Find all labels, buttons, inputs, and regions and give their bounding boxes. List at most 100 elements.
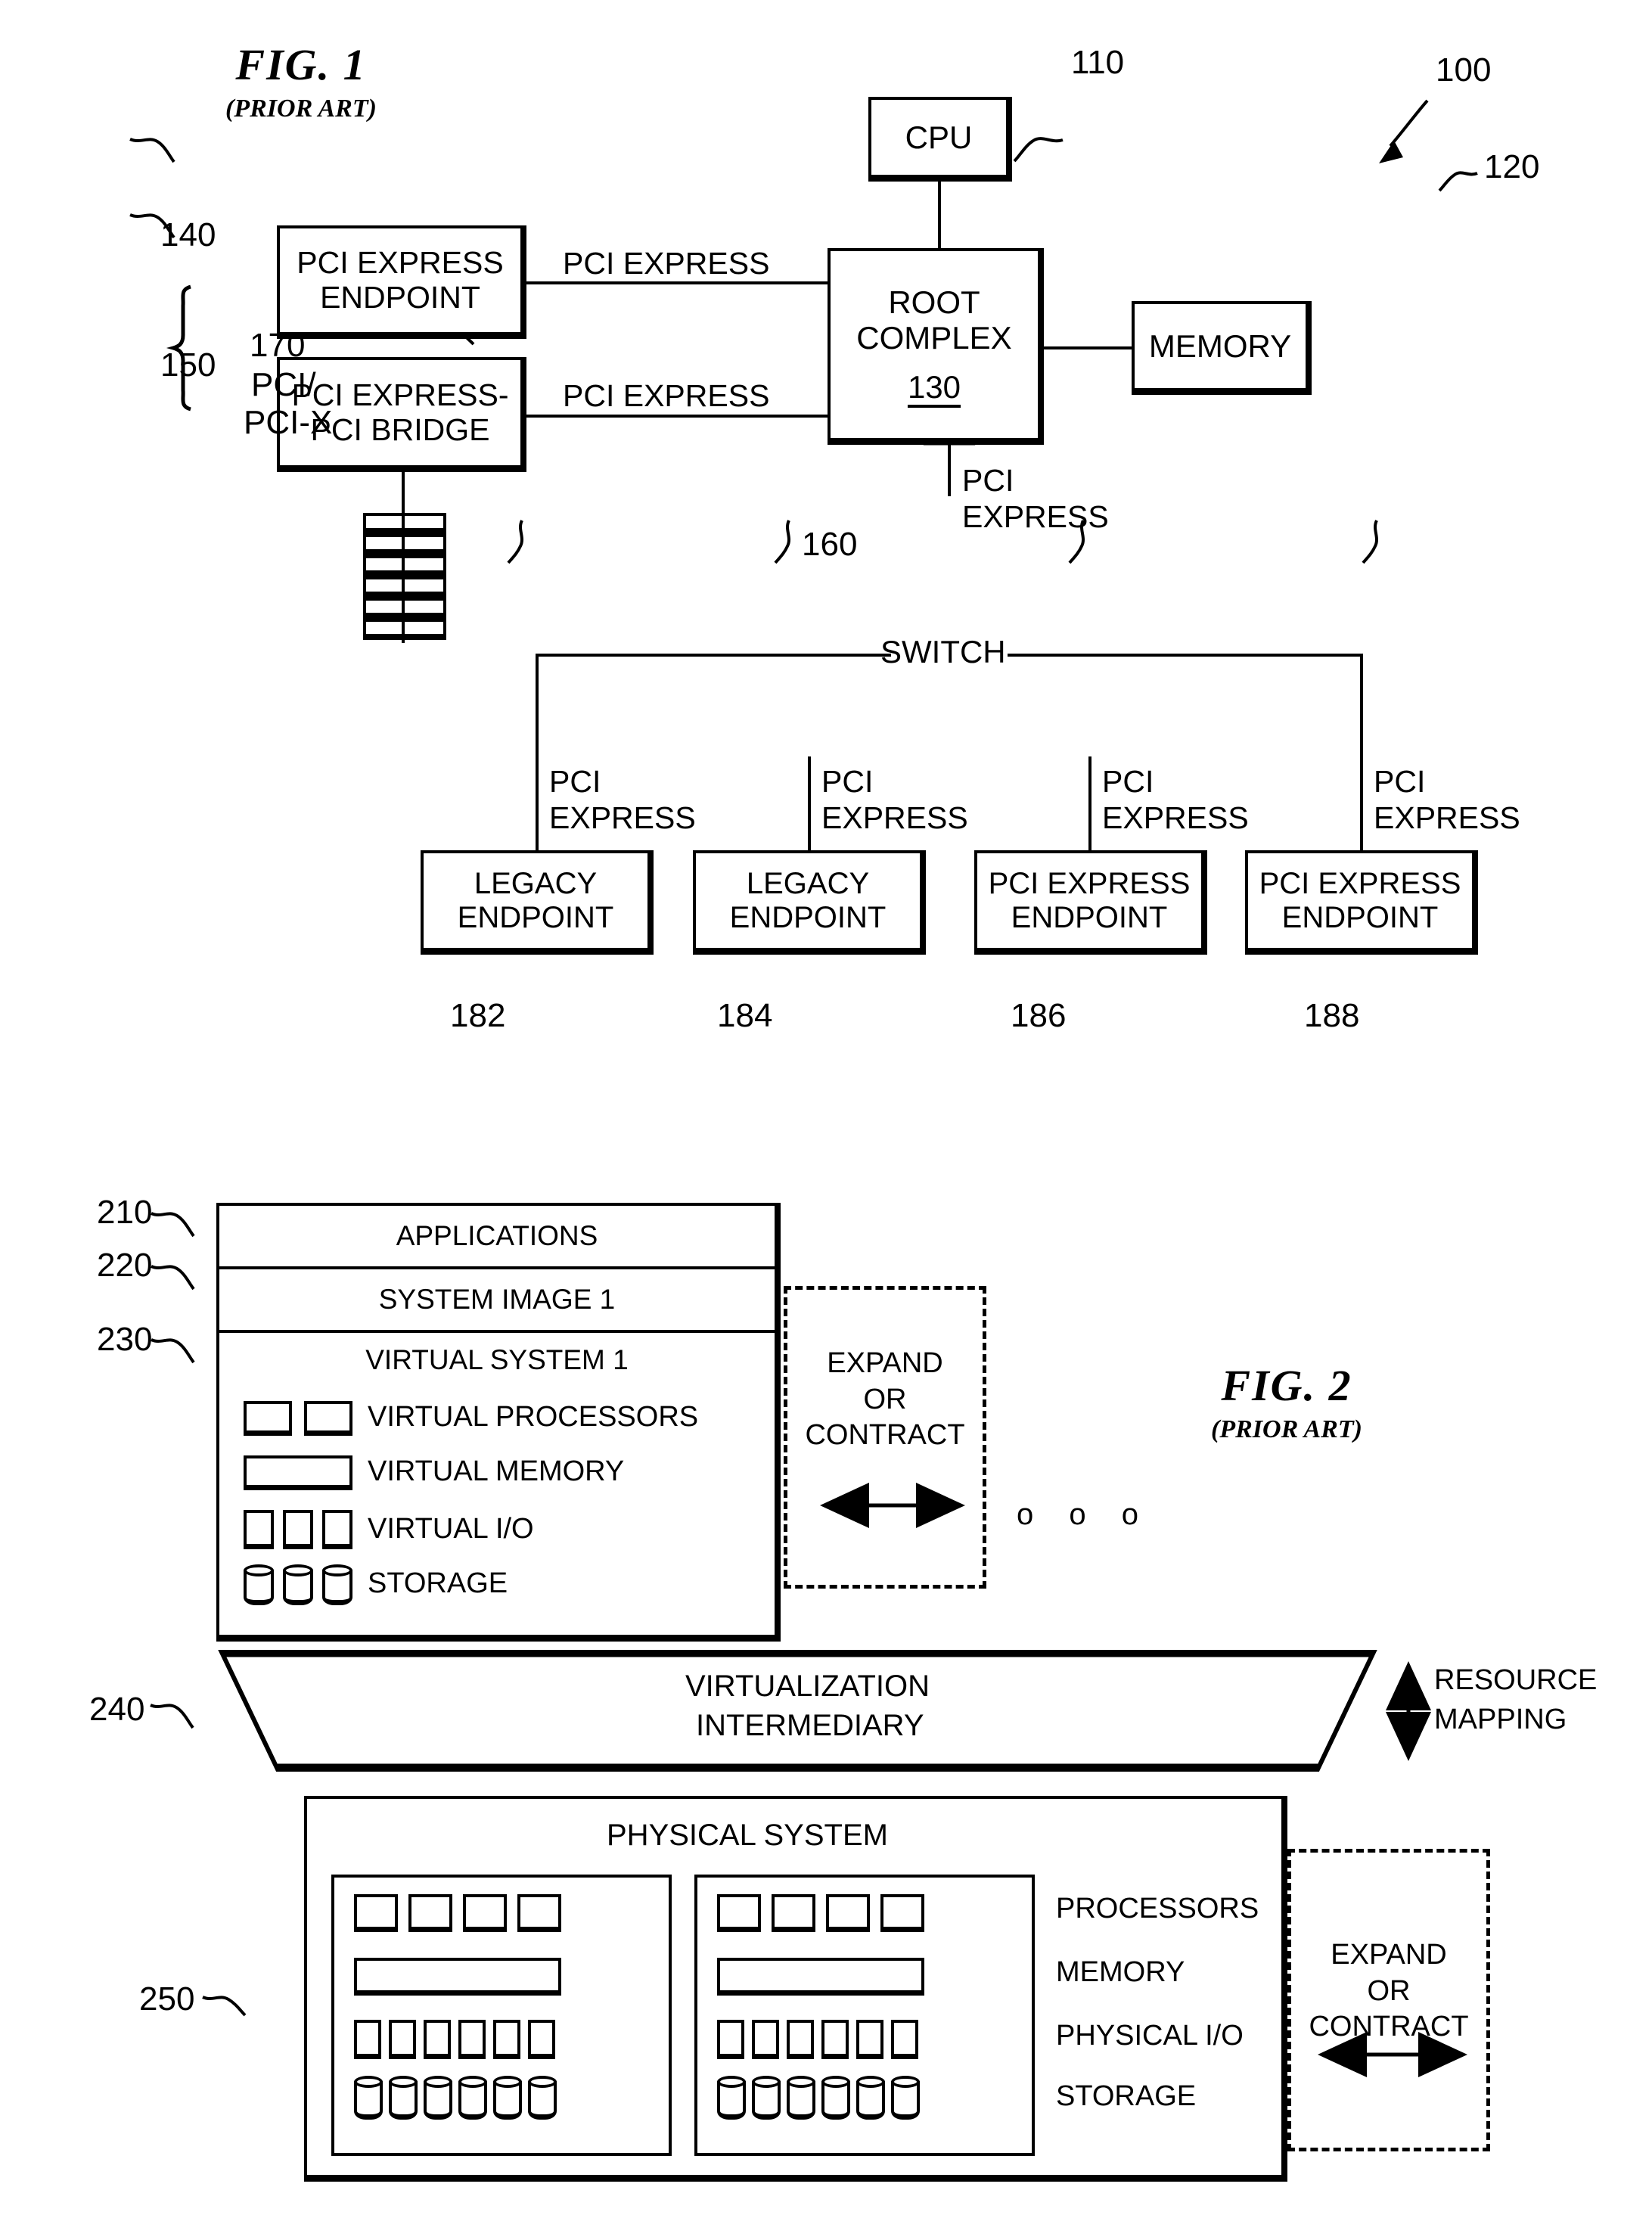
panel1-io-5	[493, 2020, 520, 2059]
root-memory-link	[1044, 346, 1132, 349]
panel2-storage-1	[717, 2076, 746, 2120]
panel1-storage-1	[354, 2076, 383, 2120]
pci-slot-spine	[402, 513, 405, 643]
panel1-storage-6	[528, 2076, 557, 2120]
expand-contract-bottom-box: EXPAND OR CONTRACT	[1287, 1849, 1490, 2151]
virtual-system-row: VIRTUAL SYSTEM 1	[219, 1333, 775, 1387]
branch-label-186-l1: PCI	[1102, 764, 1154, 799]
endpoint-188-line2: ENDPOINT	[1281, 900, 1439, 934]
branch-label-184-l1: PCI	[821, 764, 874, 799]
panel2-io-2	[752, 2020, 779, 2059]
ref-100: 100	[1436, 51, 1492, 89]
endpoint-140-link-line	[526, 281, 829, 284]
panel2-processor-1	[717, 1894, 761, 1932]
panel2-io-6	[891, 2020, 918, 2059]
cpu-label: CPU	[905, 119, 973, 155]
endpoint-140-line1: PCI EXPRESS	[297, 244, 504, 280]
expand-contract-bottom-line3: CONTRACT	[1309, 2011, 1469, 2042]
pci-express-endpoint-140-box: PCI EXPRESS ENDPOINT	[277, 225, 526, 339]
expand-contract-top-line1: EXPAND	[827, 1347, 943, 1379]
panel1-io-1	[354, 2020, 381, 2059]
root-switch-label-line1: PCI	[962, 463, 1014, 498]
figure-2-title: FIG. 2 (PRIOR ART)	[1162, 1360, 1411, 1444]
virtual-io-2	[283, 1510, 313, 1549]
panel1-storage-5	[493, 2076, 522, 2120]
virtual-storage-2	[283, 1564, 313, 1605]
panel2-io-3	[787, 2020, 814, 2059]
panel1-memory-bar	[354, 1958, 561, 1996]
branch-label-182-l2: EXPRESS	[549, 800, 696, 835]
applications-row: APPLICATIONS	[219, 1206, 775, 1269]
physical-memory-label: MEMORY	[1056, 1956, 1185, 1988]
ref-220: 220	[97, 1247, 153, 1284]
more-virtual-systems-ellipsis: o o o	[1017, 1498, 1152, 1531]
ref-160: 160	[802, 526, 858, 563]
endpoint-188-line1: PCI EXPRESS	[1259, 866, 1461, 900]
system-image-label: SYSTEM IMAGE 1	[378, 1284, 616, 1315]
panel2-storage-4	[821, 2076, 850, 2120]
virtual-memory-bar	[244, 1455, 352, 1490]
memory-label: MEMORY	[1148, 328, 1292, 364]
virtual-io-1	[244, 1510, 274, 1549]
panel1-io-4	[458, 2020, 486, 2059]
resource-mapping-line1: RESOURCE	[1434, 1664, 1598, 1696]
panel1-io-6	[528, 2020, 555, 2059]
endpoint-184-line2: ENDPOINT	[729, 900, 887, 934]
panel1-io-3	[424, 2020, 451, 2059]
figure-1-title: FIG. 1 (PRIOR ART)	[180, 39, 422, 123]
root-complex-line1: ROOT	[888, 284, 980, 320]
root-switch-label-line2: EXPRESS	[962, 499, 1109, 534]
panel2-storage-3	[787, 2076, 815, 2120]
panel2-io-1	[717, 2020, 744, 2059]
panel1-processor-4	[517, 1894, 561, 1932]
virtual-storage-1	[244, 1564, 274, 1605]
endpoint-186-line2: ENDPOINT	[1011, 900, 1168, 934]
ref-110: 110	[1071, 44, 1125, 81]
resource-mapping-line2: MAPPING	[1434, 1704, 1567, 1735]
pci-slot-6	[363, 619, 446, 640]
panel2-processor-3	[826, 1894, 870, 1932]
endpoint-182-line1: LEGACY	[474, 866, 598, 900]
physical-system-label: PHYSICAL SYSTEM	[607, 1819, 888, 1852]
endpoint-140-link-label: PCI EXPRESS	[563, 246, 770, 281]
pci-slot-3	[363, 555, 446, 576]
physical-panel-1	[331, 1875, 672, 2156]
switch-label: SWITCH	[880, 634, 1006, 669]
ref-184: 184	[717, 997, 773, 1034]
figure-2-subtitle-text: (PRIOR ART)	[1211, 1415, 1362, 1443]
virtual-system-stack: APPLICATIONS SYSTEM IMAGE 1 VIRTUAL SYST…	[216, 1203, 781, 1642]
pci-slot-2	[363, 534, 446, 555]
ref-188: 188	[1304, 997, 1360, 1034]
panel2-io-5	[856, 2020, 883, 2059]
endpoint-box-186: PCI EXPRESS ENDPOINT	[974, 850, 1207, 955]
ref-210: 210	[97, 1194, 153, 1231]
cpu-root-link	[938, 182, 941, 248]
branch-label-188-l2: EXPRESS	[1374, 800, 1520, 835]
virtual-processor-2	[304, 1401, 352, 1436]
bridge-150-line2: PCI BRIDGE	[310, 412, 490, 447]
virtual-processor-1	[244, 1401, 292, 1436]
physical-io-label: PHYSICAL I/O	[1056, 2020, 1244, 2052]
physical-panel-2	[694, 1875, 1035, 2156]
virtual-storage-3	[322, 1564, 352, 1605]
ref-140: 140	[160, 216, 216, 253]
physical-system-box: PHYSICAL SYSTEM PROCESSORS MEMORY PHYSIC…	[304, 1796, 1287, 2182]
panel2-processor-2	[772, 1894, 815, 1932]
branch-drop-182	[536, 654, 539, 850]
endpoint-182-line2: ENDPOINT	[457, 900, 614, 934]
virtualization-intermediary-line1: VIRTUALIZATION	[685, 1670, 930, 1703]
panel1-processor-1	[354, 1894, 398, 1932]
expand-contract-top-line3: CONTRACT	[805, 1419, 965, 1451]
branch-label-186-l2: EXPRESS	[1102, 800, 1249, 835]
switch-right-rail	[1008, 654, 1363, 657]
expand-contract-bottom-line2: OR	[1367, 1974, 1411, 2007]
virtual-processors-label: VIRTUAL PROCESSORS	[368, 1401, 699, 1433]
branch-drop-186	[1088, 756, 1092, 850]
root-complex-box: ROOT COMPLEX 130	[828, 248, 1044, 445]
virtual-memory-label: VIRTUAL MEMORY	[368, 1455, 625, 1487]
expand-contract-top-box: EXPAND OR CONTRACT	[784, 1286, 986, 1589]
panel1-storage-2	[389, 2076, 418, 2120]
endpoint-box-182: LEGACY ENDPOINT	[421, 850, 654, 955]
expand-contract-bottom-line1: EXPAND	[1331, 1939, 1447, 1971]
panel1-storage-4	[458, 2076, 487, 2120]
